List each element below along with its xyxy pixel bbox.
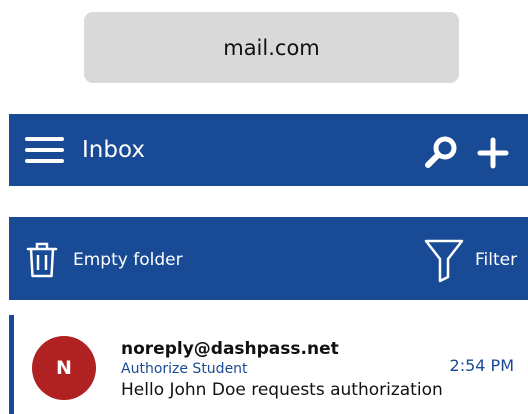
- hamburger-menu-icon[interactable]: [25, 137, 64, 163]
- inbox-header: Inbox: [9, 114, 528, 186]
- filter-button[interactable]: Filter: [423, 237, 517, 283]
- message-subject: Authorize Student: [121, 361, 248, 377]
- message-time: 2:54 PM: [449, 356, 514, 375]
- empty-folder-button[interactable]: Empty folder: [25, 241, 183, 279]
- message-list-item[interactable]: N noreply@dashpass.net Authorize Student…: [9, 315, 528, 414]
- address-bar-url: mail.com: [223, 35, 320, 60]
- message-sender: noreply@dashpass.net: [121, 339, 339, 359]
- address-bar[interactable]: mail.com: [84, 12, 459, 83]
- message-preview: Hello John Doe requests authorization: [121, 380, 443, 400]
- plus-icon[interactable]: [477, 137, 509, 169]
- search-icon[interactable]: [424, 134, 460, 170]
- sender-avatar: N: [32, 336, 96, 400]
- folder-actions-bar: Empty folder Filter: [9, 217, 528, 300]
- trash-icon: [25, 241, 59, 279]
- page-title: Inbox: [82, 137, 145, 163]
- filter-label: Filter: [475, 250, 518, 270]
- empty-folder-label: Empty folder: [73, 250, 183, 270]
- funnel-icon: [423, 237, 465, 283]
- unread-indicator: [9, 315, 14, 414]
